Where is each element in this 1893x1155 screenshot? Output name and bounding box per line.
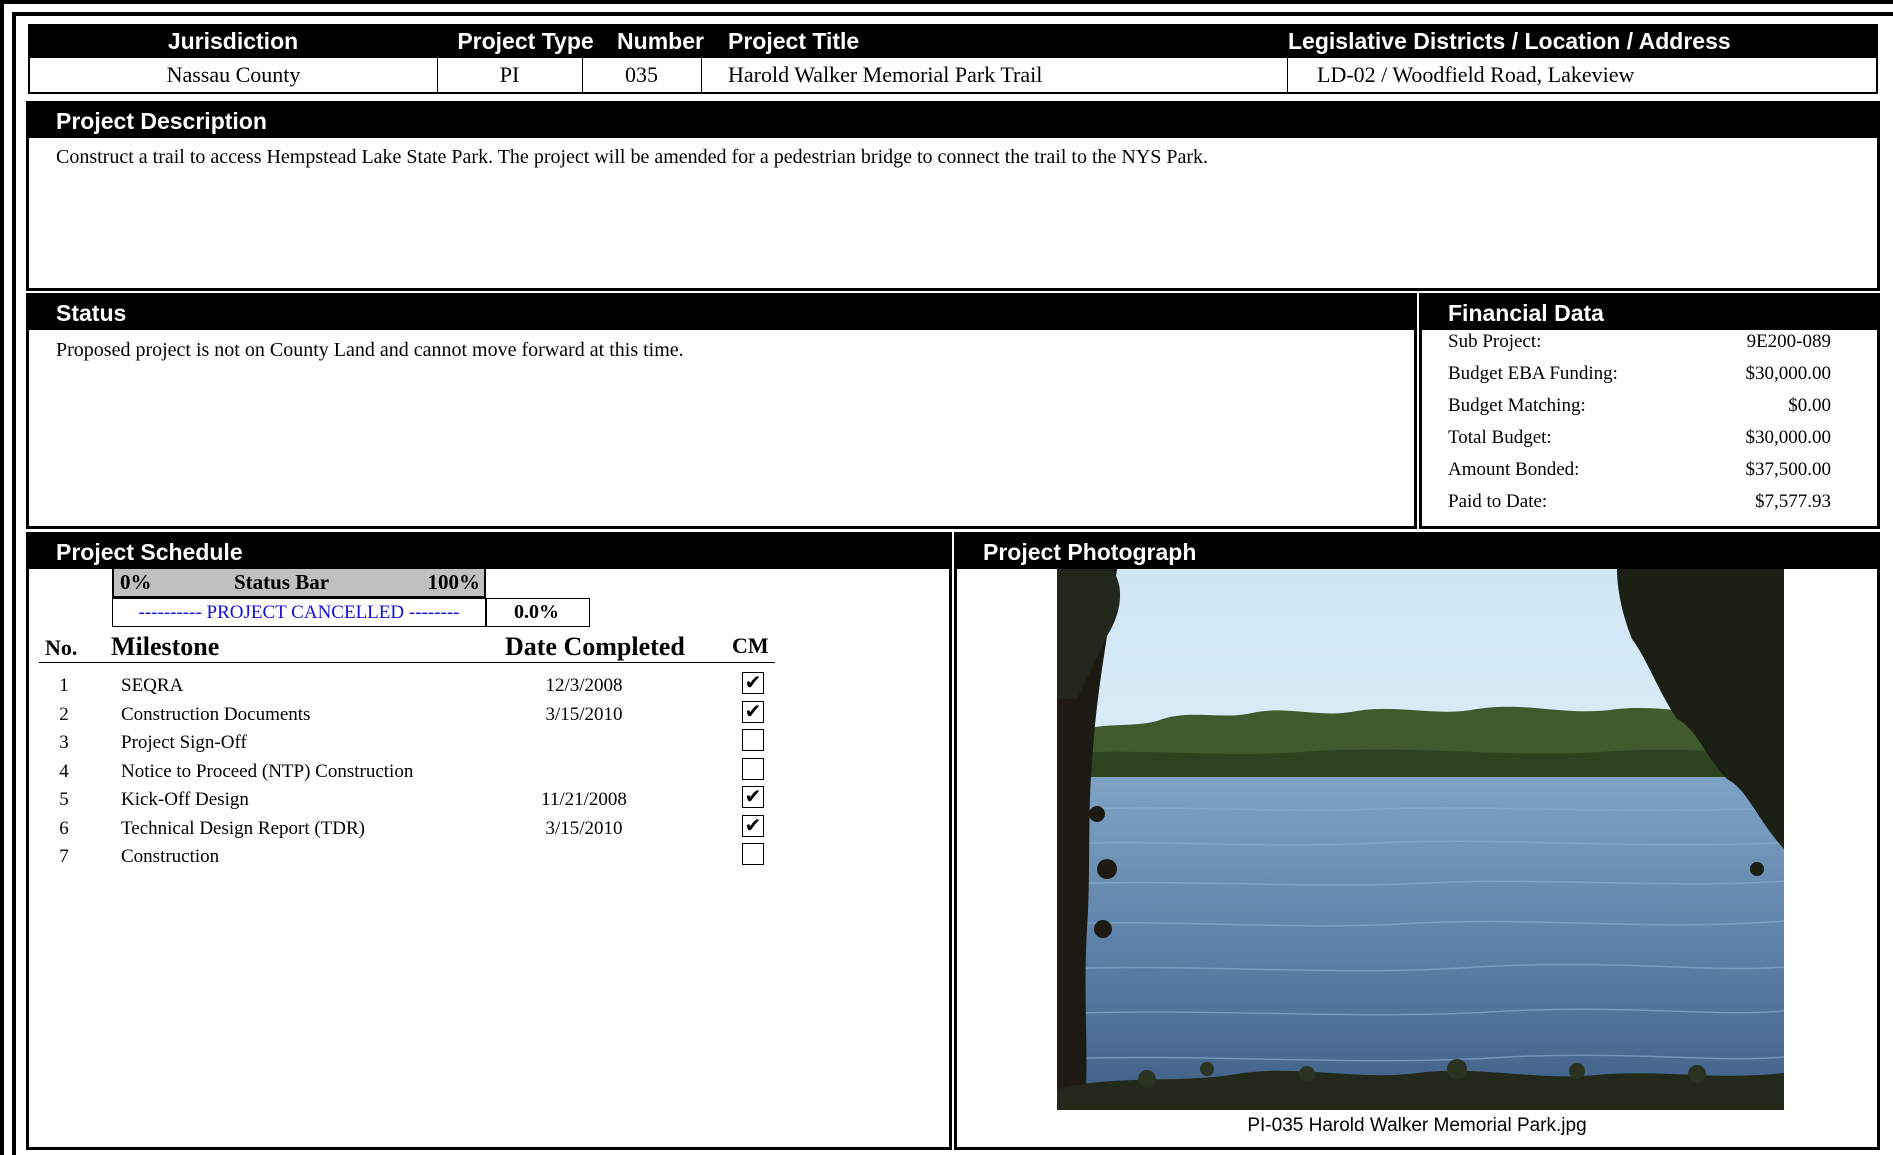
financial-label: Paid to Date: <box>1448 491 1548 512</box>
project-title-value: Harold Walker Memorial Park Trail <box>728 62 1043 87</box>
cancelled-status: ---------- PROJECT CANCELLED -------- <box>112 598 486 627</box>
header-values-row: Nassau County PI 035 Harold Walker Memor… <box>28 58 1878 94</box>
schedule-section: Project Schedule 0% Status Bar 100% ----… <box>26 532 952 1150</box>
financial-value: $0.00 <box>1788 395 1831 416</box>
list-item: 4 Notice to Proceed (NTP) Construction <box>39 758 799 787</box>
milestone-date: 12/3/2008 <box>545 675 623 696</box>
financial-label: Amount Bonded: <box>1448 459 1580 480</box>
milestone-date: 3/15/2010 <box>545 704 623 725</box>
description-heading: Project Description <box>29 104 1877 138</box>
milestone-date: 3/15/2010 <box>545 818 623 839</box>
cm-checkbox[interactable] <box>742 758 764 780</box>
financial-rows: Sub Project: 9E200-089 Budget EBA Funding… <box>1422 330 1877 526</box>
list-item: 2 Construction Documents 3/15/2010 ✔ <box>39 701 799 730</box>
header-col-number: Number <box>617 27 704 54</box>
header-col-jurisdiction: Jurisdiction <box>167 27 299 54</box>
header-bar: Jurisdiction Project Type Number Project… <box>28 24 1878 58</box>
status-bar-label: Status Bar <box>234 570 330 594</box>
photo-caption: PI-035 Harold Walker Memorial Park.jpg <box>1247 1115 1587 1136</box>
cm-checkbox[interactable]: ✔ <box>742 815 764 837</box>
project-photo <box>1057 569 1784 1110</box>
financial-label: Budget Matching: <box>1448 395 1586 416</box>
header-col-type: Project Type <box>457 27 594 54</box>
cm-checkbox[interactable] <box>742 729 764 751</box>
milestone-date: 11/21/2008 <box>541 789 627 810</box>
milestone-name: Project Sign-Off <box>121 732 247 753</box>
header-col-title: Project Title <box>728 27 860 54</box>
header-col-location: Legislative Districts / Location / Addre… <box>1288 27 1731 54</box>
milestone-no: 6 <box>59 818 69 839</box>
list-item: 7 Construction <box>39 843 799 872</box>
financial-value: $7,577.93 <box>1755 491 1831 512</box>
financial-label: Total Budget: <box>1448 427 1552 448</box>
status-text: Proposed project is not on County Land a… <box>56 339 684 361</box>
list-item: 1 SEQRA 12/3/2008 ✔ <box>39 672 799 701</box>
description-section: Project Description Construct a trail to… <box>26 101 1880 291</box>
milestone-no: 1 <box>59 675 69 696</box>
project-number-value: 035 <box>625 62 658 87</box>
cm-checkbox[interactable]: ✔ <box>742 701 764 723</box>
milestone-no: 2 <box>59 704 69 725</box>
financial-label: Sub Project: <box>1448 331 1542 352</box>
cm-checkbox[interactable]: ✔ <box>742 786 764 808</box>
cm-checkbox[interactable]: ✔ <box>742 672 764 694</box>
milestone-name: Technical Design Report (TDR) <box>121 818 366 839</box>
milestone-name: SEQRA <box>121 675 184 696</box>
status-bar: 0% Status Bar 100% <box>112 569 486 598</box>
financial-row: Paid to Date: $7,577.93 <box>1422 487 1877 519</box>
status-heading: Status <box>29 296 1414 330</box>
cm-checkbox[interactable] <box>742 843 764 865</box>
milestone-name: Notice to Proceed (NTP) Construction <box>121 761 414 782</box>
milestone-name: Construction <box>121 846 220 867</box>
financial-value: $30,000.00 <box>1745 427 1832 448</box>
financial-value: $37,500.00 <box>1745 459 1832 480</box>
status-section: Status Proposed project is not on County… <box>26 293 1417 529</box>
milestone-no: 5 <box>59 789 69 810</box>
photo-section: Project Photograph PI-035 Harold Walker … <box>954 532 1880 1150</box>
project-type-value: PI <box>499 62 520 87</box>
photo-heading: Project Photograph <box>957 535 1877 569</box>
percent-box: 0.0% <box>486 598 590 627</box>
financial-heading: Financial Data <box>1422 296 1877 330</box>
financial-row: Amount Bonded: $37,500.00 <box>1422 455 1877 487</box>
financial-section: Financial Data Sub Project: 9E200-089 Bud… <box>1419 293 1880 529</box>
status-bar-start: 0% <box>120 570 152 594</box>
financial-row: Budget Matching: $0.00 <box>1422 391 1877 423</box>
milestone-header: No. Milestone Date Completed CM <box>39 631 775 663</box>
milestone-list: 1 SEQRA 12/3/2008 ✔ 2 Construction Documents… <box>39 672 799 892</box>
list-item: 5 Kick-Off Design 11/21/2008 ✔ <box>39 786 799 815</box>
schedule-heading: Project Schedule <box>29 535 949 569</box>
jurisdiction-value: Nassau County <box>166 62 301 87</box>
cancelled-status-text: ---------- PROJECT CANCELLED -------- <box>138 602 460 623</box>
status-bar-end: 100% <box>427 570 481 594</box>
milestone-name: Construction Documents <box>121 704 311 725</box>
milestone-no: 3 <box>59 732 69 753</box>
milestone-no: 4 <box>59 761 69 782</box>
financial-row: Sub Project: 9E200-089 <box>1422 327 1877 359</box>
financial-value: 9E200-089 <box>1746 331 1831 352</box>
col-date-completed: Date Completed <box>505 632 685 661</box>
percent-value: 0.0% <box>514 601 559 623</box>
financial-row: Budget EBA Funding: $30,000.00 <box>1422 359 1877 391</box>
col-cm: CM <box>732 633 769 658</box>
col-milestone: Milestone <box>111 632 220 661</box>
col-no: No. <box>45 635 78 660</box>
milestone-no: 7 <box>59 846 69 867</box>
list-item: 3 Project Sign-Off <box>39 729 799 758</box>
financial-value: $30,000.00 <box>1745 363 1832 384</box>
description-text: Construct a trail to access Hempstead La… <box>56 146 1209 168</box>
financial-label: Budget EBA Funding: <box>1448 363 1618 384</box>
milestone-name: Kick-Off Design <box>121 789 249 810</box>
list-item: 6 Technical Design Report (TDR) 3/15/2010 ✔ <box>39 815 799 844</box>
financial-row: Total Budget: $30,000.00 <box>1422 423 1877 455</box>
location-value: LD-02 / Woodfield Road, Lakeview <box>1317 62 1635 87</box>
